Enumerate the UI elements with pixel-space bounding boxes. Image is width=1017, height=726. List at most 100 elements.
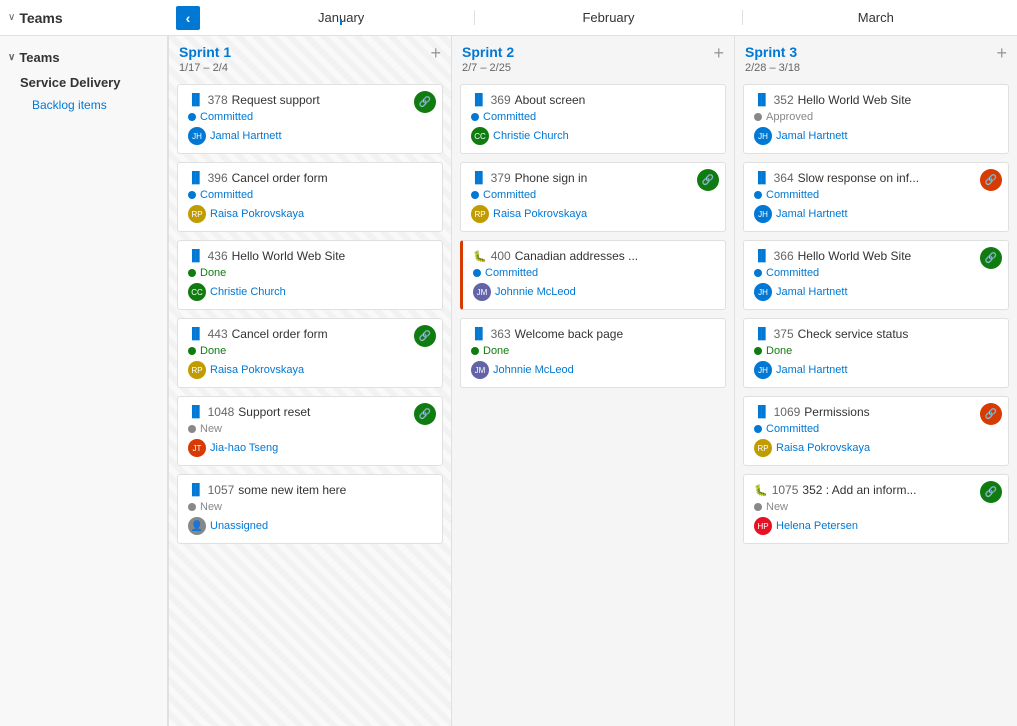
teams-chevron-icon: ∨ bbox=[8, 12, 15, 23]
card-400-title: Canadian addresses ... bbox=[515, 249, 638, 263]
avatar-raisa-1069: RP bbox=[754, 439, 772, 457]
card-369-id: 369 bbox=[491, 93, 511, 107]
card-396-id: 396 bbox=[208, 171, 228, 185]
avatar-christie-369: CC bbox=[471, 127, 489, 145]
card-363-title: Welcome back page bbox=[515, 327, 624, 341]
avatar-helena-1075: HP bbox=[754, 517, 772, 535]
card-400-status: Committed bbox=[485, 267, 538, 279]
card-366-assignee: Jamal Hartnett bbox=[776, 286, 848, 298]
avatar-raisa-396: RP bbox=[188, 205, 206, 223]
card-396-title: Cancel order form bbox=[232, 171, 328, 185]
card-352-icon: ▐▌ bbox=[754, 94, 770, 106]
card-1057[interactable]: ▐▌ 1057 some new item here New 👤 Unassig… bbox=[177, 474, 443, 544]
card-436[interactable]: ▐▌ 436 Hello World Web Site Done CC Chri… bbox=[177, 240, 443, 310]
sprint-1-column: Sprint 1 1/17 – 2/4 + ▐▌ 378 Request sup… bbox=[168, 36, 451, 726]
card-443[interactable]: ▐▌ 443 Cancel order form Done RP Raisa P… bbox=[177, 318, 443, 388]
card-366-icon: ▐▌ bbox=[754, 250, 770, 262]
sprint-3-add-icon[interactable]: + bbox=[996, 44, 1007, 62]
card-379-icon: ▐▌ bbox=[471, 172, 487, 184]
card-436-icon: ▐▌ bbox=[188, 250, 204, 262]
card-400-icon: 🐛 bbox=[473, 250, 487, 263]
card-1048-status: New bbox=[200, 423, 222, 435]
card-443-icon: ▐▌ bbox=[188, 328, 204, 340]
card-436-assignee: Christie Church bbox=[210, 286, 286, 298]
card-436-id: 436 bbox=[208, 249, 228, 263]
card-396-assignee: Raisa Pokrovskaya bbox=[210, 208, 304, 220]
card-1048-id: 1048 bbox=[208, 405, 235, 419]
card-1069-status: Committed bbox=[766, 423, 819, 435]
avatar-christie-436: CC bbox=[188, 283, 206, 301]
card-1075[interactable]: 🐛 1075 352 : Add an inform... New HP Hel… bbox=[743, 474, 1009, 544]
card-443-id: 443 bbox=[208, 327, 228, 341]
card-366-status: Committed bbox=[766, 267, 819, 279]
sprint-1-add-icon[interactable]: + bbox=[430, 44, 441, 62]
card-366[interactable]: ▐▌ 366 Hello World Web Site Committed JH… bbox=[743, 240, 1009, 310]
card-369[interactable]: ▐▌ 369 About screen Committed CC Christi… bbox=[460, 84, 726, 154]
avatar-johnnie-363: JM bbox=[471, 361, 489, 379]
card-352-id: 352 bbox=[774, 93, 794, 107]
card-443-assignee: Raisa Pokrovskaya bbox=[210, 364, 304, 376]
card-1075-id: 1075 bbox=[772, 483, 799, 497]
card-375-assignee: Jamal Hartnett bbox=[776, 364, 848, 376]
card-436-status: Done bbox=[200, 267, 226, 279]
card-396-status: Committed bbox=[200, 189, 253, 201]
card-378[interactable]: ▐▌ 378 Request support Committed JH Jama… bbox=[177, 84, 443, 154]
card-378-id: 378 bbox=[208, 93, 228, 107]
nav-back-button[interactable]: ‹ bbox=[176, 6, 200, 30]
card-352-assignee: Jamal Hartnett bbox=[776, 130, 848, 142]
card-352[interactable]: ▐▌ 352 Hello World Web Site Approved JH … bbox=[743, 84, 1009, 154]
card-375-title: Check service status bbox=[798, 327, 909, 341]
avatar-jamal-378: JH bbox=[188, 127, 206, 145]
card-379[interactable]: ▐▌ 379 Phone sign in Committed RP Raisa … bbox=[460, 162, 726, 232]
avatar-unassigned-1057: 👤 bbox=[188, 517, 206, 535]
card-1069-icon: ▐▌ bbox=[754, 406, 770, 418]
card-1048[interactable]: ▐▌ 1048 Support reset New JT Jia-hao Tse… bbox=[177, 396, 443, 466]
avatar-jamal-364: JH bbox=[754, 205, 772, 223]
card-1048-assignee: Jia-hao Tseng bbox=[210, 442, 278, 454]
card-1057-id: 1057 bbox=[208, 483, 235, 497]
card-379-status: Committed bbox=[483, 189, 536, 201]
card-443-title: Cancel order form bbox=[232, 327, 328, 341]
card-396[interactable]: ▐▌ 396 Cancel order form Committed RP Ra… bbox=[177, 162, 443, 232]
teams-section-header: ∨ Teams bbox=[8, 10, 168, 26]
card-1069-assignee: Raisa Pokrovskaya bbox=[776, 442, 870, 454]
card-363-icon: ▐▌ bbox=[471, 328, 487, 340]
card-1069-id: 1069 bbox=[774, 405, 801, 419]
avatar-jamal-375: JH bbox=[754, 361, 772, 379]
card-378-assignee: Jamal Hartnett bbox=[210, 130, 282, 142]
avatar-jamal-366: JH bbox=[754, 283, 772, 301]
card-364-status: Committed bbox=[766, 189, 819, 201]
sidebar: ∨ Teams Service Delivery Backlog items bbox=[0, 36, 168, 726]
card-443-link-badge: 🔗 bbox=[414, 325, 436, 347]
sprint-2-dates: 2/7 – 2/25 bbox=[462, 62, 514, 74]
sidebar-team-label: Teams bbox=[19, 50, 59, 65]
avatar-jamal-352: JH bbox=[754, 127, 772, 145]
card-1075-assignee: Helena Petersen bbox=[776, 520, 858, 532]
card-364-assignee: Jamal Hartnett bbox=[776, 208, 848, 220]
card-400-id: 400 bbox=[491, 249, 511, 263]
card-369-title: About screen bbox=[515, 93, 586, 107]
card-1057-icon: ▐▌ bbox=[188, 484, 204, 496]
card-378-status: Committed bbox=[200, 111, 253, 123]
card-1075-icon: 🐛 bbox=[754, 484, 768, 497]
card-1069-link-badge: 🔗 bbox=[980, 403, 1002, 425]
card-1048-icon: ▐▌ bbox=[188, 406, 204, 418]
card-400[interactable]: 🐛 400 Canadian addresses ... Committed J… bbox=[460, 240, 726, 310]
sidebar-item-backlog[interactable]: Backlog items bbox=[0, 94, 167, 116]
avatar-raisa-379: RP bbox=[471, 205, 489, 223]
card-379-id: 379 bbox=[491, 171, 511, 185]
card-436-title: Hello World Web Site bbox=[232, 249, 346, 263]
sprint-1-dates: 1/17 – 2/4 bbox=[179, 62, 231, 74]
card-443-status: Done bbox=[200, 345, 226, 357]
card-375[interactable]: ▐▌ 375 Check service status Done JH Jama… bbox=[743, 318, 1009, 388]
card-1057-title: some new item here bbox=[238, 483, 346, 497]
card-364-title: Slow response on inf... bbox=[798, 171, 919, 185]
card-364[interactable]: ▐▌ 364 Slow response on inf... Committed… bbox=[743, 162, 1009, 232]
card-1069[interactable]: ▐▌ 1069 Permissions Committed RP Raisa P… bbox=[743, 396, 1009, 466]
card-1075-title: 352 : Add an inform... bbox=[802, 483, 916, 497]
sprints-container: Sprint 1 1/17 – 2/4 + ▐▌ 378 Request sup… bbox=[168, 36, 1017, 726]
sprint-1-header: Sprint 1 1/17 – 2/4 + bbox=[177, 44, 443, 74]
card-363[interactable]: ▐▌ 363 Welcome back page Done JM Johnnie… bbox=[460, 318, 726, 388]
sidebar-team-header[interactable]: ∨ Teams bbox=[0, 44, 167, 71]
sprint-2-add-icon[interactable]: + bbox=[713, 44, 724, 62]
